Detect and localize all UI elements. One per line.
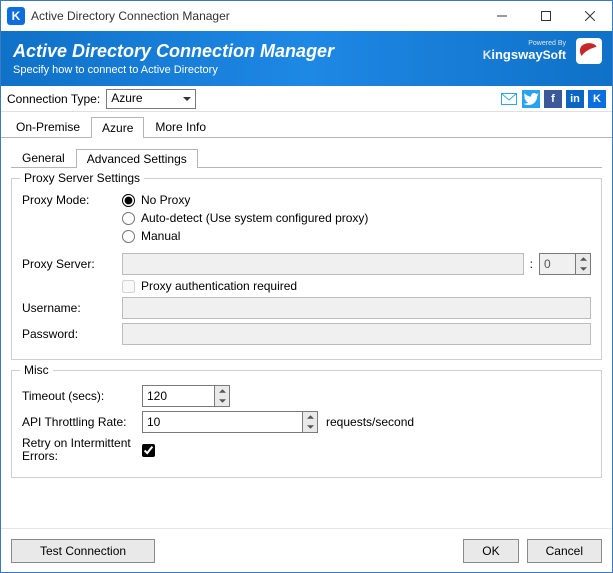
spin-down-icon[interactable] xyxy=(303,422,317,432)
header-banner: Active Directory Connection Manager Spec… xyxy=(1,31,612,86)
username-label: Username: xyxy=(22,301,122,315)
proxy-server-label: Proxy Server: xyxy=(22,257,122,271)
tab-more-info[interactable]: More Info xyxy=(144,116,217,137)
banner-subtitle: Specify how to connect to Active Directo… xyxy=(13,64,334,76)
proxy-port-input[interactable] xyxy=(539,253,591,275)
vendor-logo: Powered By KingswaySoft xyxy=(483,40,566,62)
close-button[interactable] xyxy=(568,1,612,31)
retry-label: Retry on Intermittent Errors: xyxy=(22,437,142,463)
password-input[interactable] xyxy=(122,323,591,345)
facebook-icon[interactable]: f xyxy=(544,90,562,108)
proxy-mode-manual[interactable]: Manual xyxy=(122,229,368,243)
tab-azure[interactable]: Azure xyxy=(91,117,144,138)
misc-legend: Misc xyxy=(20,363,53,377)
password-label: Password: xyxy=(22,327,122,341)
timeout-input[interactable] xyxy=(142,385,230,407)
banner-title: Active Directory Connection Manager xyxy=(13,41,334,62)
main-tabstrip: On-Premise Azure More Info xyxy=(1,114,612,138)
spin-up-icon[interactable] xyxy=(303,412,317,422)
sub-tabstrip: General Advanced Settings xyxy=(11,146,602,168)
twitter-icon[interactable] xyxy=(522,90,540,108)
connection-type-row: Connection Type: Azure f in K xyxy=(1,86,612,112)
proxy-server-input[interactable] xyxy=(122,253,524,275)
test-connection-button[interactable]: Test Connection xyxy=(11,539,155,563)
subtab-general[interactable]: General xyxy=(11,148,76,167)
proxy-auth-checkbox[interactable]: Proxy authentication required xyxy=(122,279,297,293)
tab-on-premise[interactable]: On-Premise xyxy=(5,116,91,137)
ok-button[interactable]: OK xyxy=(463,539,518,563)
throttle-unit: requests/second xyxy=(326,415,414,429)
minimize-button[interactable] xyxy=(480,1,524,31)
retry-checkbox[interactable] xyxy=(142,444,155,457)
sql-server-icon xyxy=(576,38,602,64)
throttle-input[interactable] xyxy=(142,411,318,433)
connection-type-label: Connection Type: xyxy=(7,92,100,106)
spin-up-icon[interactable] xyxy=(215,386,229,396)
proxy-mode-none[interactable]: No Proxy xyxy=(122,193,368,207)
mail-icon[interactable] xyxy=(500,90,518,108)
username-input[interactable] xyxy=(122,297,591,319)
connection-type-select[interactable]: Azure xyxy=(106,89,196,109)
subtab-advanced[interactable]: Advanced Settings xyxy=(76,149,198,168)
footer: Test Connection OK Cancel xyxy=(1,528,612,572)
content-area: General Advanced Settings Proxy Server S… xyxy=(1,138,612,528)
window-title: Active Directory Connection Manager xyxy=(31,9,480,23)
linkedin-icon[interactable]: in xyxy=(566,90,584,108)
spin-up-icon[interactable] xyxy=(576,254,590,264)
proxy-mode-label: Proxy Mode: xyxy=(22,193,122,207)
proxy-mode-auto[interactable]: Auto-detect (Use system configured proxy… xyxy=(122,211,368,225)
cancel-button[interactable]: Cancel xyxy=(527,539,602,563)
proxy-group: Proxy Server Settings Proxy Mode: No Pro… xyxy=(11,178,602,360)
kingsway-icon[interactable]: K xyxy=(588,90,606,108)
throttle-label: API Throttling Rate: xyxy=(22,415,142,429)
spin-down-icon[interactable] xyxy=(576,264,590,274)
proxy-legend: Proxy Server Settings xyxy=(20,171,144,185)
timeout-label: Timeout (secs): xyxy=(22,389,142,403)
maximize-button[interactable] xyxy=(524,1,568,31)
misc-group: Misc Timeout (secs): API Throttling Rate… xyxy=(11,370,602,478)
spin-down-icon[interactable] xyxy=(215,396,229,406)
titlebar: K Active Directory Connection Manager xyxy=(1,1,612,31)
app-icon: K xyxy=(7,7,25,25)
